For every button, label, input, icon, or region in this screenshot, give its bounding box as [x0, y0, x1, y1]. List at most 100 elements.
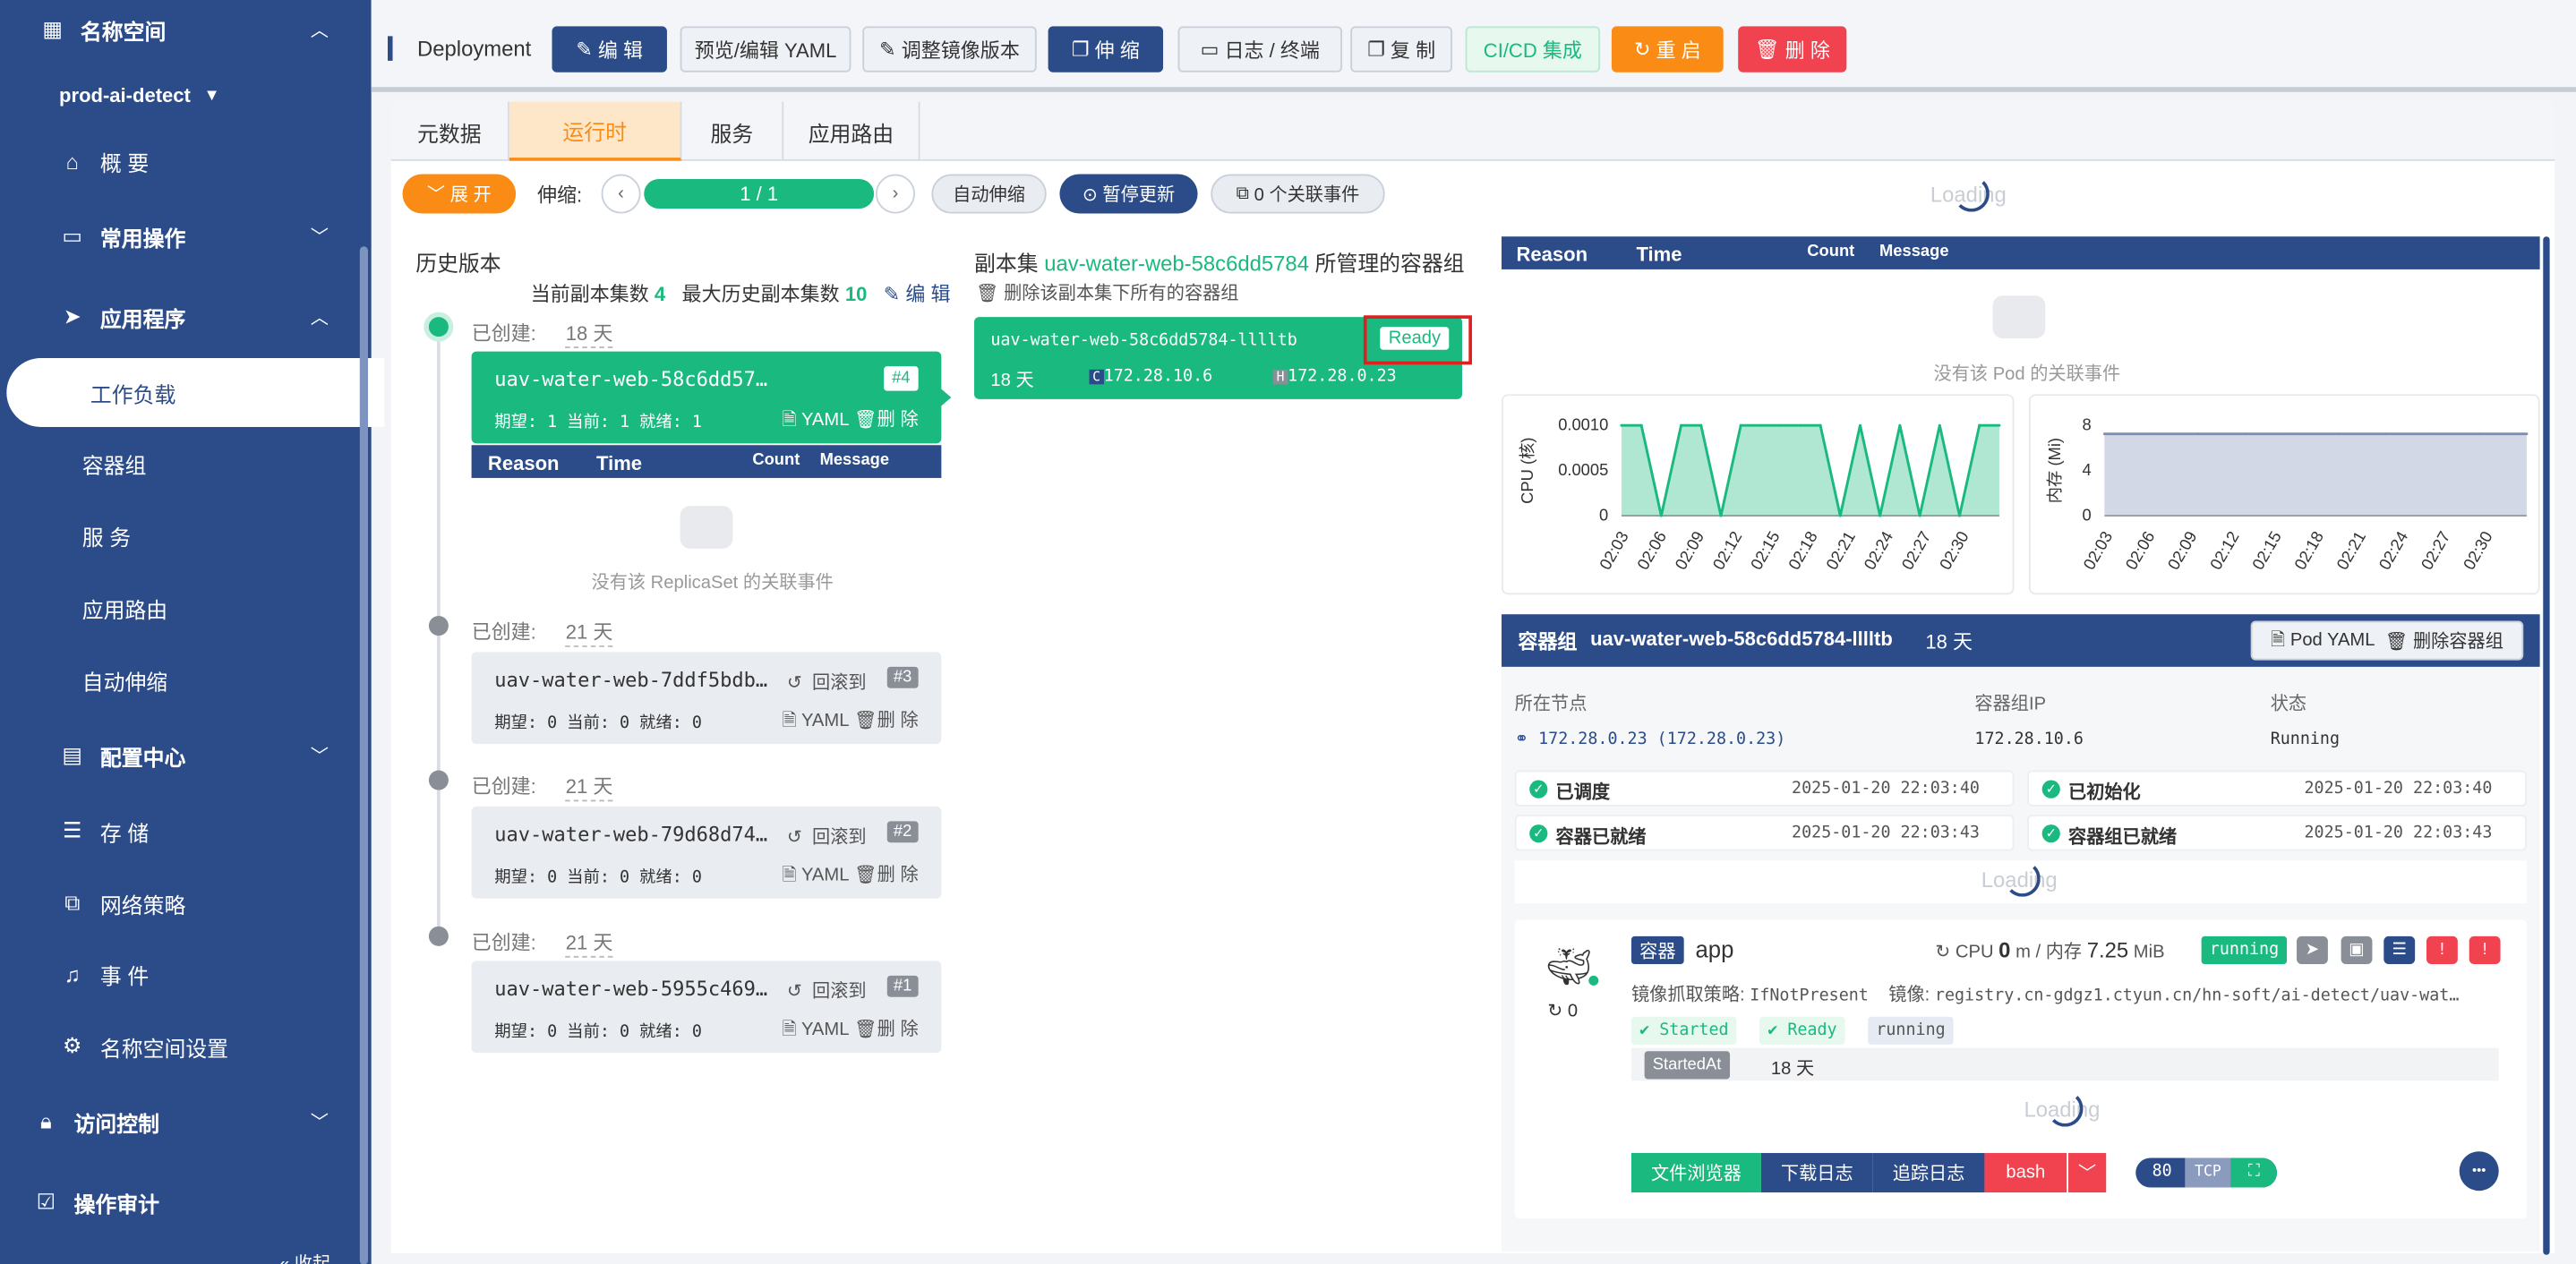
cpu-chart-panel: 0.0010 0.0005 0 CPU (核) 02:03 02:06 02:09 02:12…	[1502, 394, 2015, 595]
data-point	[2196, 432, 2200, 436]
yaml-link[interactable]: 🗎︎ YAML	[782, 866, 849, 885]
gear-icon: ⚙	[63, 1033, 82, 1058]
sidebar-scrollbar[interactable]	[359, 246, 368, 1264]
sidebar-item-overview[interactable]: ⌂ 概 要	[59, 136, 150, 185]
expand-button[interactable]: ﹀ 展 开	[402, 174, 517, 214]
autoscale-button[interactable]: 自动伸缩	[931, 174, 1047, 214]
logs-terminal-button[interactable]: ▭ 日志 / 终端	[1177, 26, 1343, 73]
restart-button[interactable]: ↻ 重 启	[1611, 26, 1724, 73]
panel-scrollbar[interactable]	[2543, 236, 2550, 1255]
tab-services[interactable]: 服务	[681, 101, 784, 161]
replicaset-card-current[interactable]: uav-water-web-58c6dd57… #4 期望: 1 当前: 1 就…	[471, 351, 942, 444]
chevron-down-icon: ﹀	[310, 747, 329, 767]
sidebar-item-common-ops[interactable]: ▭ 常用操作 ﹀	[59, 212, 372, 261]
delete-link[interactable]: 🗑︎删 除	[854, 866, 919, 885]
edit-button[interactable]: ✎ 编 辑	[552, 26, 667, 73]
adjust-image-button[interactable]: ✎ 调整镜像版本	[862, 26, 1037, 73]
yaml-link[interactable]: 🗎︎ YAML	[782, 1020, 849, 1039]
sidebar-item-autoscale[interactable]: 自动伸缩	[82, 655, 167, 705]
network-icon[interactable]: ⛶	[2230, 1157, 2278, 1188]
sidebar-item-audit[interactable]: ☑ 操作审计	[33, 1178, 159, 1227]
file-browser-button[interactable]: 文件浏览器	[1630, 1153, 1761, 1193]
chevron-up-icon: ︿	[310, 21, 329, 41]
delete-button[interactable]: 🗑︎ 删 除	[1738, 26, 1847, 73]
tab-metadata[interactable]: 元数据	[391, 101, 509, 161]
image-info: 镜像抓取策略: IfNotPresent 镜像: registry.cn-gdg…	[1630, 985, 2460, 1005]
yaml-link[interactable]: 🗎︎ YAML	[782, 411, 849, 431]
rollback-link[interactable]: ↺ 回滚到	[787, 823, 867, 849]
alert-icon[interactable]: !	[2426, 935, 2458, 965]
area-fill	[2104, 433, 2527, 517]
namespace-select[interactable]: prod-ai-detect ▼	[59, 71, 220, 120]
related-events-button[interactable]: ⧉ 0 个关联事件	[1211, 174, 1385, 214]
sidebar-item-network-policy[interactable]: ⧉ 网络策略	[59, 879, 185, 928]
sidebar-item-events[interactable]: ♫ 事 件	[59, 950, 149, 999]
memory-chart: 8 4 0 内存 (Mi) 02:03 02:06 02:09 02:12 02:15 02:18…	[2045, 415, 2529, 573]
sidebar-item-workloads[interactable]: 工作负载	[90, 378, 175, 409]
sidebar-item-applications[interactable]: ➤ 应用程序 ︿	[59, 293, 372, 342]
tab-routes[interactable]: 应用路由	[783, 101, 920, 161]
follow-log-button[interactable]: 追踪日志	[1872, 1153, 1985, 1193]
undo-icon: ↺	[786, 827, 802, 848]
created-label: 已创建: 21 天	[472, 928, 613, 958]
send-icon[interactable]: ➤	[2297, 935, 2328, 965]
rollback-link[interactable]: ↺ 回滚到	[787, 669, 867, 695]
more-button[interactable]: •••	[2459, 1151, 2499, 1191]
x-tick-label: 02:03	[2079, 528, 2116, 573]
pause-update-button[interactable]: ⊙ 暂停更新	[1059, 174, 1198, 214]
delete-link[interactable]: 🗑︎删 除	[854, 711, 919, 730]
pod-yaml-button[interactable]: 🗎︎ Pod YAML	[2271, 625, 2375, 656]
condition-initialized: ✓ 已初始化 2025-01-20 22:03:40	[2027, 770, 2527, 807]
monitor-icon: ▭	[1200, 38, 1225, 61]
database-icon[interactable]: ☰	[2383, 935, 2416, 965]
x-tick-label: 02:06	[1633, 528, 1670, 573]
loading-indicator: Loading	[2024, 1090, 2100, 1127]
box-icon[interactable]: ▣	[2341, 935, 2373, 965]
scale-value: 1 / 1	[644, 178, 875, 209]
rollback-link[interactable]: ↺ 回滚到	[787, 978, 867, 1004]
y-tick-label: 0.0010	[1558, 415, 1608, 434]
copy-button[interactable]: ❐ 复 制	[1350, 26, 1452, 73]
replicaset-card[interactable]: uav-water-web-79d68d74… ↺ 回滚到 #2 期望: 0 当…	[471, 806, 942, 899]
chevron-up-icon: ︿	[310, 308, 329, 329]
sidebar-item-ns-settings[interactable]: ⚙ 名称空间设置	[59, 1021, 228, 1071]
delete-link[interactable]: 🗑︎删 除	[854, 411, 919, 431]
history-edit-link[interactable]: ✎ 编 辑	[884, 283, 951, 306]
y-tick-label: 0.0005	[1558, 460, 1608, 479]
trash-icon: 🗑︎	[1754, 38, 1785, 61]
file-icon: 🗎︎	[782, 865, 797, 885]
node-link[interactable]: ⚭ 172.28.0.23 (172.28.0.23)	[1515, 730, 1786, 748]
replicaset-card[interactable]: uav-water-web-7ddf5bdb… ↺ 回滚到 #3 期望: 0 当…	[471, 652, 942, 745]
sidebar-item-pods[interactable]: 容器组	[82, 439, 147, 488]
namespace-header[interactable]: ▦ 名称空间 ︿	[39, 5, 352, 55]
replicaset-card[interactable]: uav-water-web-5955c469… ↺ 回滚到 #1 期望: 0 当…	[471, 961, 942, 1054]
data-point	[1819, 423, 1822, 427]
scale-increase-button[interactable]: ›	[875, 174, 915, 214]
shell-button[interactable]: bash	[1984, 1153, 2067, 1193]
delete-link[interactable]: 🗑︎删 除	[854, 1020, 919, 1039]
delete-pod-button[interactable]: 🗑︎ 删除容器组	[2385, 628, 2503, 653]
scale-decrease-button[interactable]: ‹	[601, 174, 641, 214]
container-resources: ↻ CPU 0 m / 内存 7.25 MiB	[1935, 937, 2165, 963]
alert-icon[interactable]: !	[2469, 935, 2501, 965]
sidebar-item-routes[interactable]: 应用路由	[82, 583, 167, 632]
trash-icon: 🗑︎	[2384, 632, 2413, 653]
loading-indicator: Loading	[1981, 860, 2058, 897]
sidebar-item-access-control[interactable]: 🔒︎ 访问控制 ﹀	[33, 1097, 372, 1147]
sidebar-item-config[interactable]: ▤ 配置中心 ﹀	[59, 730, 372, 780]
chevron-down-icon: ﹀	[310, 1113, 329, 1134]
x-tick-label: 02:24	[2375, 528, 2411, 573]
download-log-button[interactable]: 下载日志	[1760, 1153, 1873, 1193]
tab-runtime[interactable]: 运行时	[509, 101, 682, 161]
scale-button[interactable]: ❐ 伸 缩	[1048, 26, 1164, 73]
preview-yaml-button[interactable]: 预览/编辑 YAML	[680, 26, 852, 73]
sidebar-item-services[interactable]: 服 务	[82, 511, 131, 560]
cicd-button[interactable]: CI/CD 集成	[1465, 26, 1601, 73]
data-point	[1838, 514, 1842, 517]
shell-dropdown[interactable]: ﹀	[2067, 1153, 2107, 1193]
yaml-link[interactable]: 🗎︎ YAML	[782, 711, 849, 730]
sidebar-collapse[interactable]: « 收起	[279, 1238, 330, 1264]
sidebar-item-storage[interactable]: ☰ 存 储	[59, 807, 149, 856]
delete-all-pods-link[interactable]: 🗑︎ 删除该副本集下所有的容器组	[976, 279, 1239, 305]
title-marker	[388, 36, 393, 61]
